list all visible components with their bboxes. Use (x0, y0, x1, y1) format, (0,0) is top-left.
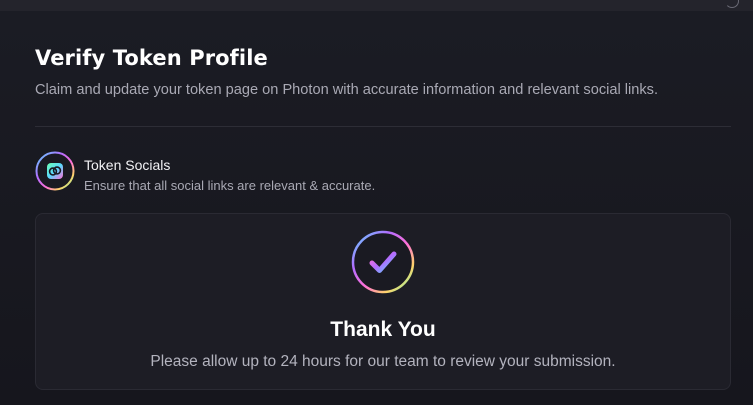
top-bar (0, 0, 753, 11)
corner-glyph-icon (725, 0, 739, 8)
page-subtitle: Claim and update your token page on Phot… (35, 82, 659, 98)
divider (35, 126, 731, 127)
section-description: Ensure that all social links are relevan… (84, 178, 376, 193)
confirmation-title: Thank You (330, 318, 436, 341)
checkmark-icon (351, 230, 415, 294)
confirmation-message: Please allow up to 24 hours for our team… (150, 353, 616, 370)
page-title: Verify Token Profile (35, 46, 268, 70)
section-title: Token Socials (84, 157, 171, 173)
link-icon (35, 151, 75, 191)
